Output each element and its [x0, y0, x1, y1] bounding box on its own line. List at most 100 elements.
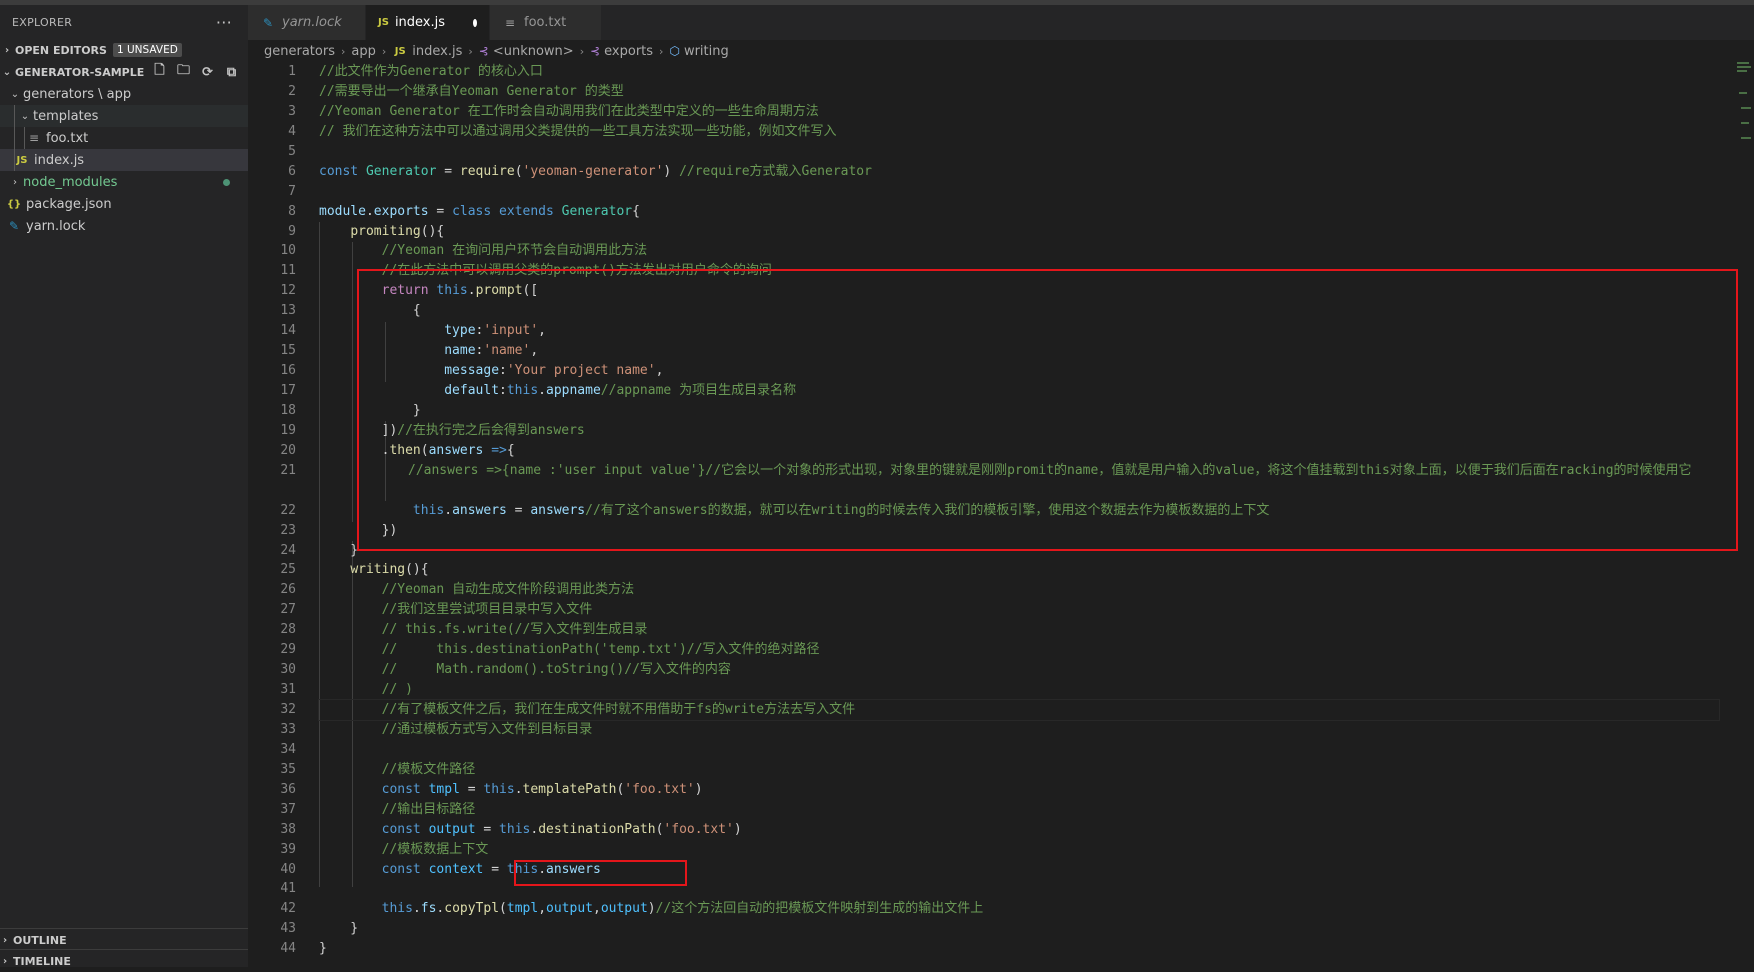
tree-folder-generators-app[interactable]: ⌄ generators \ app [0, 83, 248, 105]
comment: //answers =>{name :'user input value'}//… [408, 462, 1692, 478]
explorer-actions: 🗋 🗀 ⟳ ⧉ [151, 63, 248, 81]
tree-file-package-json[interactable]: {} package.json [0, 193, 248, 215]
comment: //在此方法中可以调用父类的prompt()方法发出对用户命令的询问 [381, 263, 772, 279]
code-line: //输出目标路径 [319, 800, 1719, 820]
line-number: 13 [280, 303, 296, 319]
timeline-section[interactable]: › TIMELINE [0, 949, 248, 972]
line-number: 12 [280, 283, 296, 299]
tab-foo-txt[interactable]: ≡ foo.txt [490, 5, 602, 40]
comment: //通过模板方式写入文件到目标目录 [381, 721, 593, 737]
tree-folder-node-modules[interactable]: › node_modules [0, 171, 248, 193]
line-number: 36 [280, 781, 296, 797]
comment: //require方式载入Generator [671, 163, 872, 179]
breadcrumb-item[interactable]: index.js [412, 44, 462, 59]
tree-folder-templates[interactable]: ⌄ templates [0, 105, 248, 127]
open-editors-section[interactable]: › OPEN EDITORS 1 UNSAVED [0, 39, 248, 61]
code-line: // ) [319, 680, 1719, 700]
chevron-right-icon: › [13, 176, 17, 188]
refresh-icon[interactable]: ⟳ [199, 64, 216, 81]
code-line: } [319, 402, 421, 418]
explorer-header: EXPLORER ··· [0, 5, 248, 39]
tree-file-foo-txt[interactable]: ≡ foo.txt [0, 127, 248, 149]
minimap[interactable] [1735, 62, 1753, 152]
code-line: { [319, 303, 421, 319]
chevron-down-icon: ⌄ [20, 110, 30, 122]
line-number: 9 [288, 223, 296, 239]
code-line: //Yeoman Generator 在工作时会自动调用我们在此类型中定义的一些… [319, 102, 1719, 122]
code-line: this.fs.copyTpl(tmpl,output,output)//这个方… [381, 901, 984, 917]
chevron-right-icon: › [381, 44, 387, 58]
line-number: 26 [280, 582, 296, 598]
chevron-right-icon: › [2, 955, 8, 967]
outline-section[interactable]: › OUTLINE [0, 928, 248, 951]
tree-file-index-js[interactable]: JS index.js [0, 149, 248, 171]
comment: // ) [381, 682, 413, 698]
project-label: GENERATOR-SAMPLE [15, 65, 145, 79]
tab-label: yarn.lock [282, 15, 342, 30]
chevron-right-icon: › [579, 44, 585, 58]
collapse-all-icon[interactable]: ⧉ [223, 64, 240, 81]
line-number: 15 [280, 343, 296, 359]
new-folder-icon[interactable]: 🗀 [175, 63, 192, 81]
breadcrumb-item[interactable]: exports [604, 44, 653, 59]
comment: //此文件作为Generator 的核心入口 [319, 64, 543, 79]
breadcrumb-item[interactable]: app [351, 44, 375, 59]
code-line: //在此方法中可以调用父类的prompt()方法发出对用户命令的询问 [319, 261, 1719, 281]
line-number: 1 [288, 64, 296, 79]
code-line: //模板文件路径 [319, 760, 1719, 780]
string-literal: 'Your project name' [506, 363, 656, 379]
tree-item-label: generators \ app [23, 86, 132, 102]
code-line: type:'input', [444, 323, 546, 339]
tab-index-js[interactable]: JS index.js [366, 5, 490, 40]
code-line: ])//在执行完之后会得到answers [319, 422, 585, 438]
project-section[interactable]: ⌄ GENERATOR-SAMPLE 🗋 🗀 ⟳ ⧉ [0, 61, 248, 83]
code-line: // this.destinationPath('temp.txt')//写入文… [319, 640, 1719, 660]
comment: //需要导出一个继承自Yeoman Generator 的类型 [319, 83, 624, 99]
line-number: 19 [280, 422, 296, 438]
tab-yarn-lock[interactable]: ✎ yarn.lock [248, 5, 366, 40]
comment: //模板数据上下文 [381, 841, 489, 857]
line-number: 4 [288, 123, 296, 139]
line-number: 11 [280, 263, 296, 279]
line-number: 40 [280, 861, 296, 877]
tree-file-yarn-lock[interactable]: ✎ yarn.lock [0, 215, 248, 237]
new-file-icon[interactable]: 🗋 [151, 63, 168, 81]
symbol-icon: ⊰ [590, 44, 601, 58]
tree-item-label: yarn.lock [26, 218, 86, 234]
code-line: //需要导出一个继承自Yeoman Generator 的类型 [319, 82, 1719, 102]
line-number: 5 [288, 143, 296, 159]
line-number: 31 [280, 682, 296, 698]
javascript-file-icon: JS [378, 17, 389, 28]
code-line: .then(answers =>{ [319, 442, 515, 458]
code-area[interactable]: //此文件作为Generator 的核心入口 //需要导出一个继承自Yeoman… [318, 62, 1720, 959]
comment: //Yeoman 在询问用户环节会自动调用此方法 [381, 243, 648, 259]
chevron-right-icon: › [2, 934, 8, 946]
comment: // this.fs.write(//写入文件到生成目录 [381, 622, 648, 638]
unsaved-dot-icon[interactable] [473, 18, 477, 27]
line-number: 23 [280, 522, 296, 538]
code-line: } [319, 542, 359, 558]
comment: //我们这里尝试项目目录中写入文件 [381, 602, 593, 618]
line-number-gutter: 1 2 3 4 5 6 7 8 9 10 11 12 13 14 15 16 17 18 19 20 21 22 23 24 2… [248, 62, 296, 959]
chevron-right-icon: › [468, 44, 473, 58]
code-line: }) [319, 522, 398, 538]
code-line: //此文件作为Generator 的核心入口 [319, 62, 1719, 82]
modified-dot-icon [223, 178, 230, 186]
code-line: const Generator = require('yeoman-genera… [319, 163, 872, 179]
more-actions-icon[interactable]: ··· [216, 13, 232, 32]
code-line: //我们这里尝试项目目录中写入文件 [319, 600, 1719, 620]
line-number: 43 [280, 921, 296, 937]
breadcrumb-item[interactable]: <unknown> [493, 44, 574, 59]
breadcrumb-item[interactable]: writing [684, 44, 729, 59]
line-number: 24 [280, 542, 296, 558]
line-number: 17 [280, 383, 296, 398]
breadcrumb-item[interactable]: generators [264, 44, 335, 59]
code-line-current: //有了模板文件之后，我们在生成文件时就不用借助于fs的write方法去写入文件 [318, 699, 1720, 721]
comment: //有了模板文件之后，我们在生成文件时就不用借助于fs的write方法去写入文件 [381, 702, 856, 718]
code-line: } [319, 941, 327, 957]
outline-label: OUTLINE [13, 933, 67, 947]
code-line: //Yeoman 在询问用户环节会自动调用此方法 [319, 241, 1719, 261]
code-editor[interactable]: 1 2 3 4 5 6 7 8 9 10 11 12 13 14 15 16 17 18 19 20 21 22 23 24 2… [248, 62, 1754, 967]
